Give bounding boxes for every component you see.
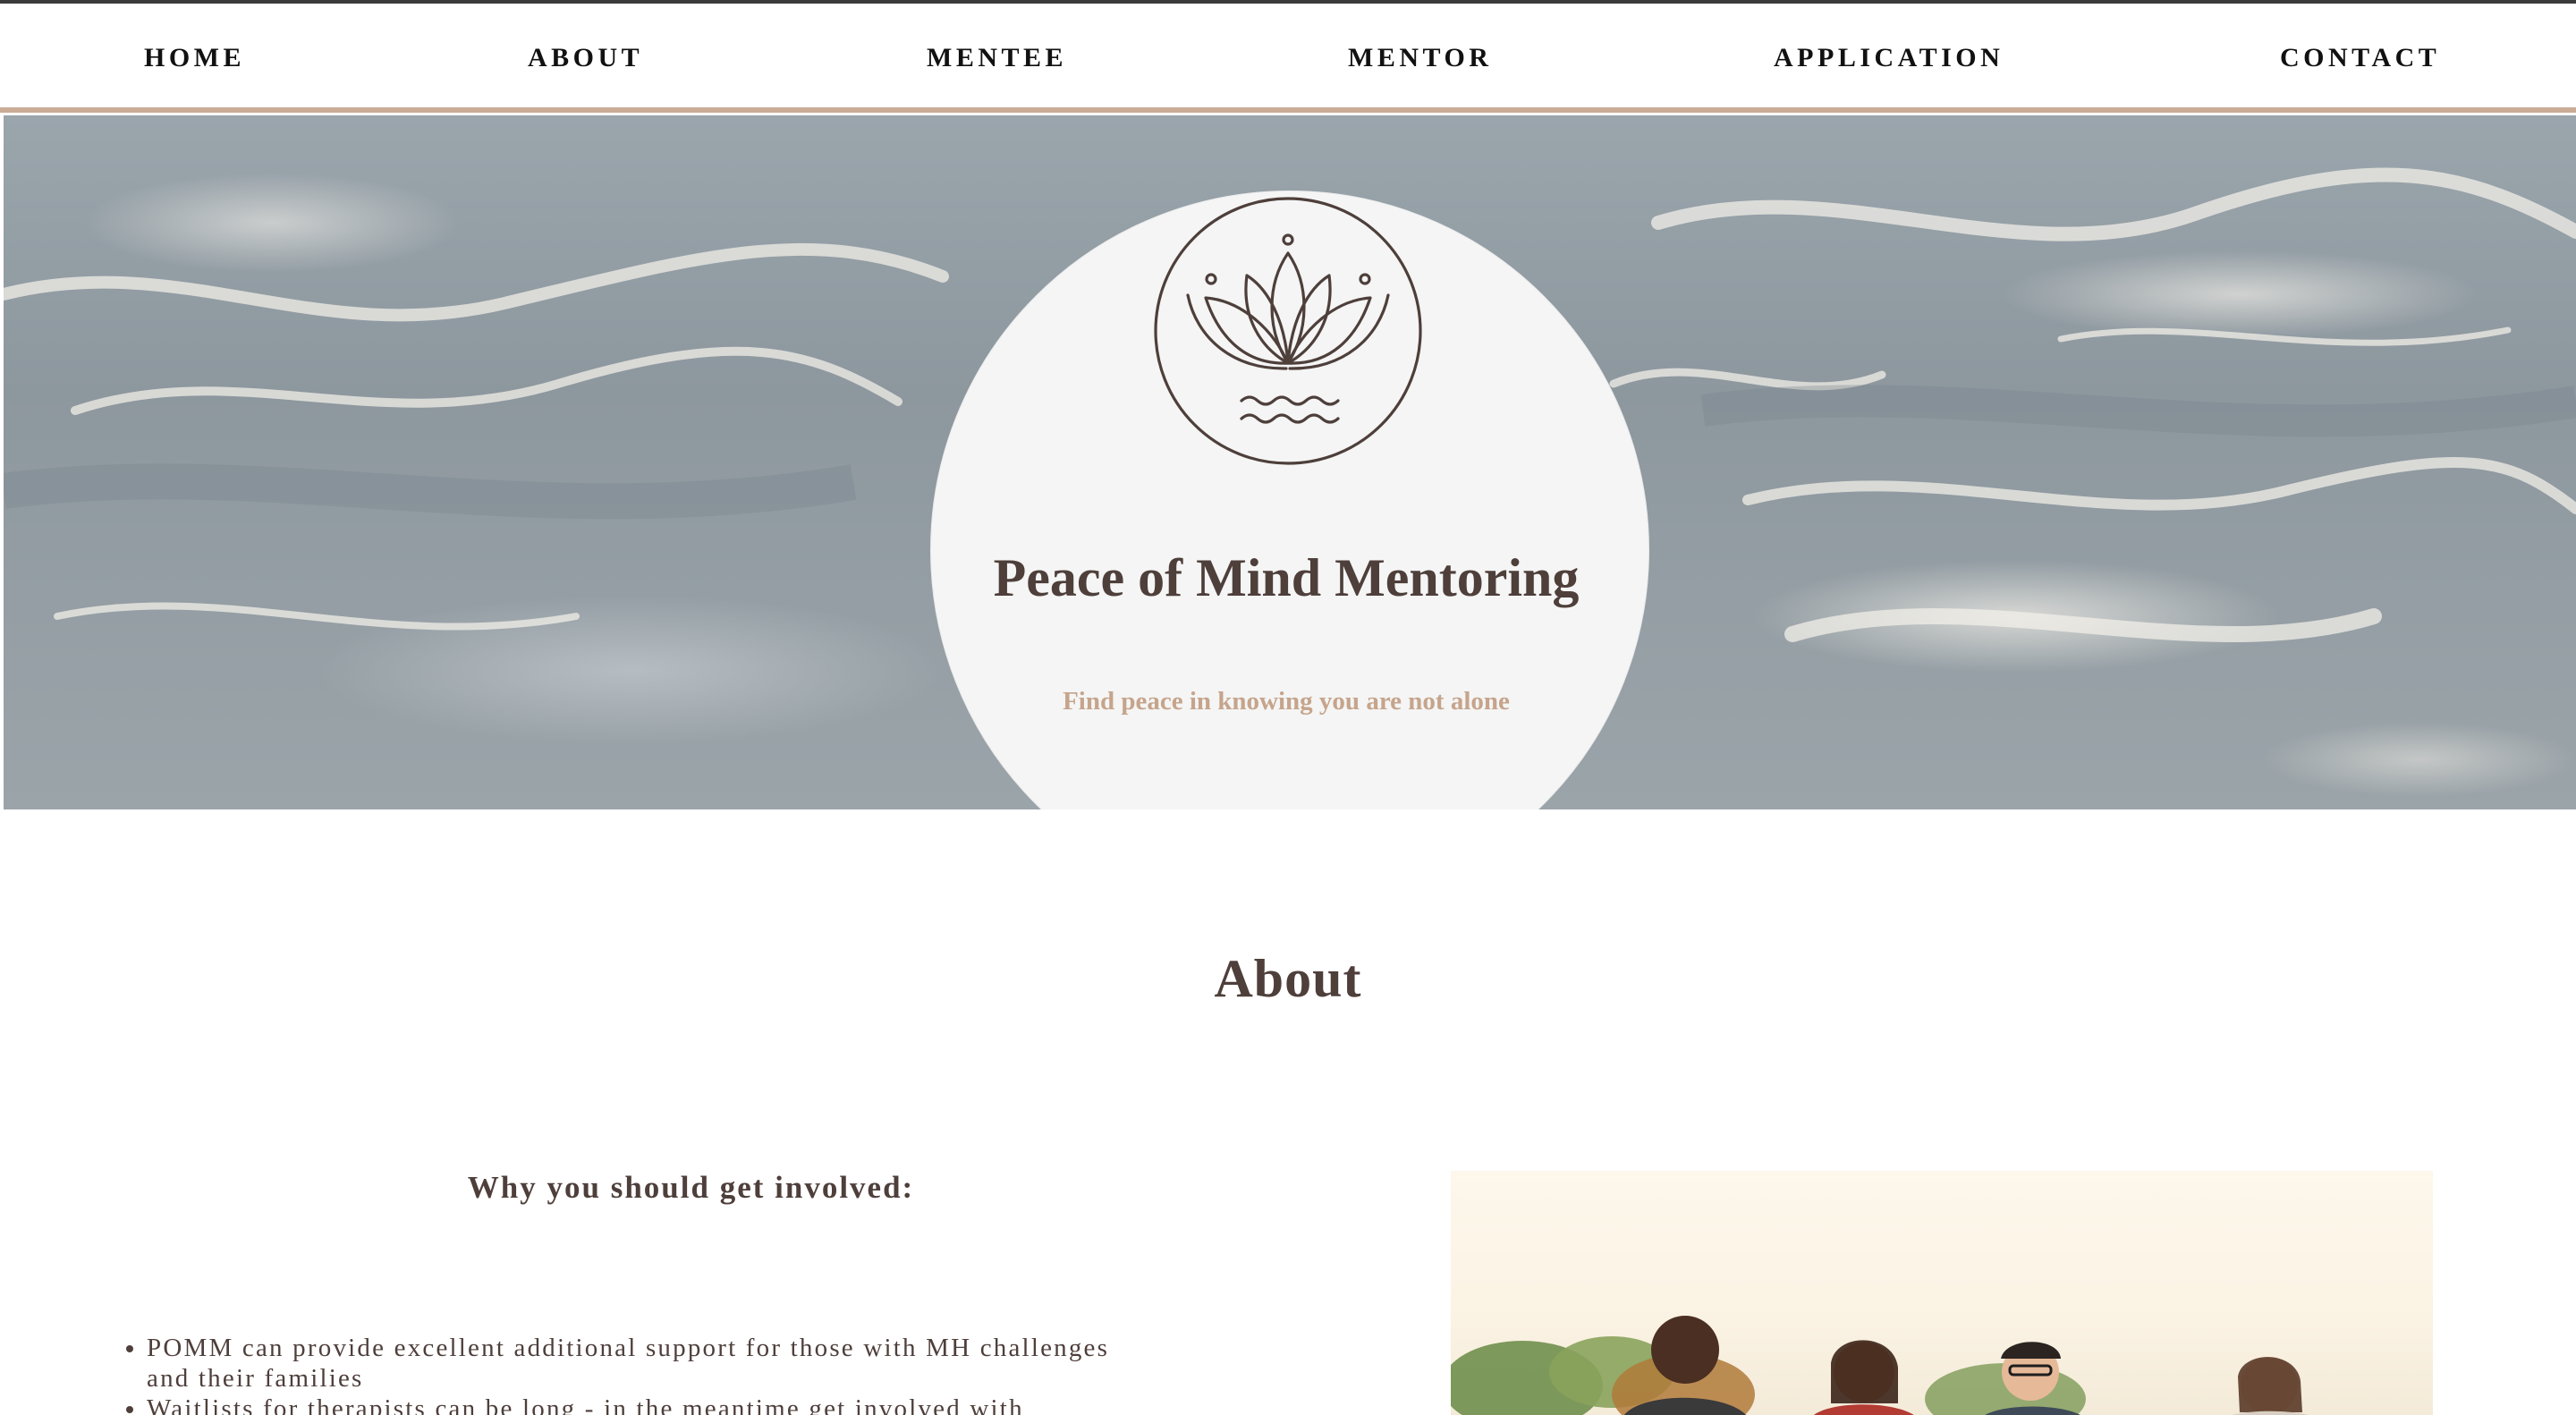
list-item: Waitlists for therapists can be long - i…	[147, 1394, 1145, 1415]
about-heading: About	[1214, 949, 1362, 1008]
group-photo-illustration	[1451, 1316, 2309, 1415]
nav-application[interactable]: APPLICATION	[1774, 43, 2004, 73]
site-tagline: Find peace in knowing you are not alone	[1063, 687, 1510, 716]
nav-mentee[interactable]: MENTEE	[927, 43, 1067, 73]
site-title: Peace of Mind Mentoring	[993, 548, 1580, 607]
lotus-icon	[1154, 197, 1422, 465]
group-photo	[1451, 1171, 2433, 1415]
nav-contact[interactable]: CONTACT	[2280, 43, 2440, 73]
nav-about[interactable]: ABOUT	[528, 43, 643, 73]
reasons-list: POMM can provide excellent additional su…	[116, 1333, 1145, 1415]
why-involved-heading: Why you should get involved:	[467, 1170, 915, 1205]
nav-mentor[interactable]: MENTOR	[1348, 43, 1492, 73]
nav-home[interactable]: HOME	[144, 43, 245, 73]
main-nav: HOME ABOUT MENTEE MENTOR APPLICATION CON…	[0, 4, 2576, 113]
list-item: POMM can provide excellent additional su…	[147, 1333, 1145, 1394]
